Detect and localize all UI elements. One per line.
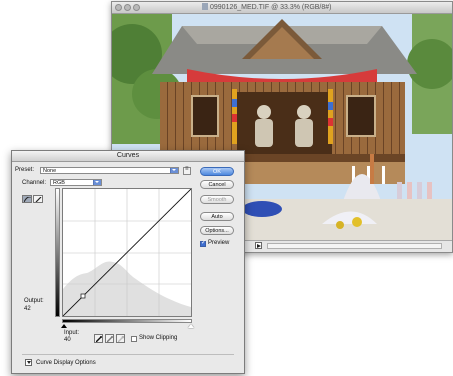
curve-edit-icon[interactable] [22,195,32,203]
curve-graph-canvas [63,189,191,316]
curve-control-point[interactable] [80,293,86,299]
preset-label: Preset: [15,167,35,173]
input-label: Input: [64,330,80,336]
gray-eyedropper-icon[interactable] [105,334,114,343]
minimize-button[interactable] [124,4,131,11]
preview-label: Preview [208,240,230,246]
preview-checkbox[interactable] [200,239,206,247]
input-value[interactable]: 40 [64,337,71,343]
document-title-text: 0990126_MED.TIF @ 33.3% (RGB/8#) [210,4,332,11]
channel-label: Channel: [22,180,47,186]
divider [22,354,234,355]
curves-dialog: Curves Preset: None Channel: RGB [11,150,245,374]
pencil-icon[interactable] [33,195,43,203]
curves-dialog-titlebar: Curves [12,151,244,162]
preset-select[interactable]: None [40,167,179,174]
panel-menu-icon[interactable] [183,166,191,175]
document-title: 0990126_MED.TIF @ 33.3% (RGB/8#) [202,3,332,11]
white-eyedropper-icon[interactable] [116,334,125,343]
options-button[interactable]: Options... [200,226,234,235]
curve-display-options-label[interactable]: Curve Display Options [36,360,96,366]
black-point-slider[interactable] [61,324,67,328]
white-point-slider[interactable] [188,324,194,328]
black-eyedropper-icon[interactable] [94,334,103,343]
output-value[interactable]: 42 [24,306,31,312]
ok-button[interactable]: OK [200,167,234,176]
preset-select-value: None [43,168,57,174]
output-label: Output: [24,298,44,304]
channel-select[interactable]: RGB [50,179,102,186]
cancel-button[interactable]: Cancel [200,180,234,189]
disclosure-triangle-icon[interactable] [25,359,32,366]
horizontal-scrollbar[interactable] [267,243,442,249]
show-clipping-checkbox[interactable] [131,336,137,342]
curve-graph[interactable] [62,188,192,317]
chevron-down-icon [170,168,178,173]
auto-button[interactable]: Auto [200,212,234,221]
input-gradient-bar [62,319,192,323]
output-gradient-bar [55,188,60,317]
dialog-title: Curves [116,152,140,159]
chevron-down-icon [93,180,101,185]
channel-select-value: RGB [53,180,65,186]
close-button[interactable] [115,4,122,11]
status-menu-arrow-icon[interactable] [255,242,262,249]
show-clipping-label: Show Clipping [139,335,178,341]
file-icon [202,3,208,10]
document-titlebar: 0990126_MED.TIF @ 33.3% (RGB/8#) [112,2,452,14]
zoom-button[interactable] [133,4,140,11]
smooth-button[interactable]: Smooth [200,195,234,204]
